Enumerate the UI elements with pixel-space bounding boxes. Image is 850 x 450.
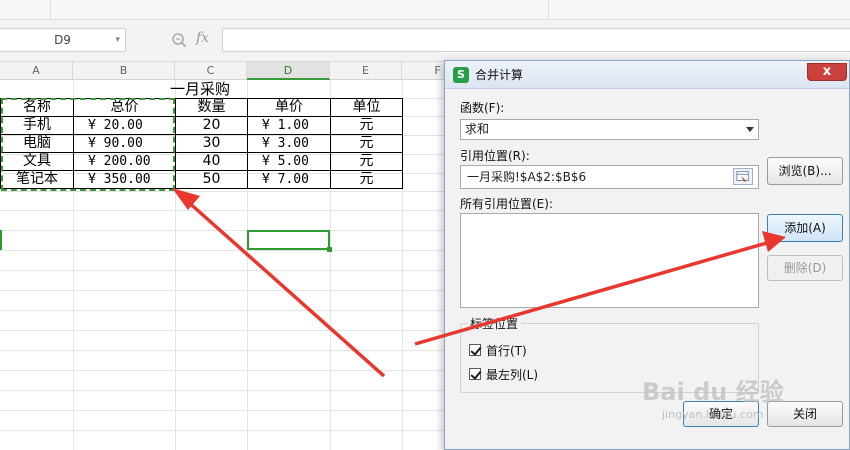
watermark-url: jingyan.baidu.com <box>662 408 764 421</box>
watermark-logo: Bai du 经验 <box>642 378 784 406</box>
